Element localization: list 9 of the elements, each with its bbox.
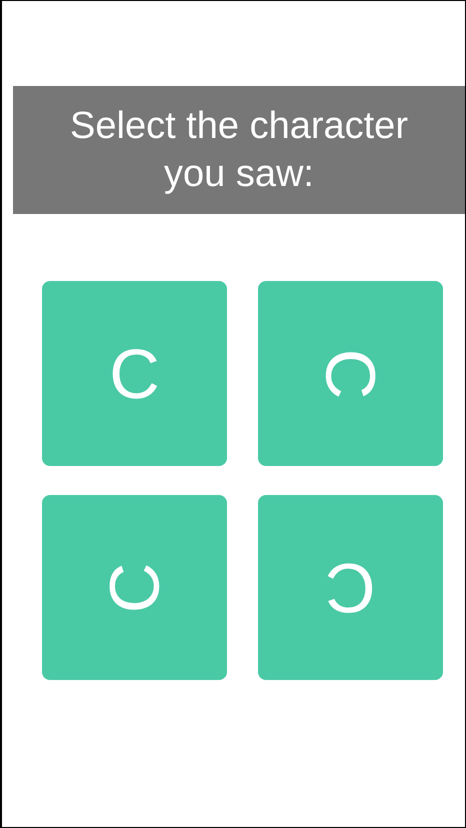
choice-character: C — [100, 562, 170, 613]
choice-character: C — [325, 552, 376, 622]
choice-character: C — [316, 348, 386, 399]
choice-button[interactable]: C — [42, 495, 227, 680]
choice-button[interactable]: C — [258, 281, 443, 466]
prompt-text: Select the character you saw: — [69, 104, 409, 197]
choice-button[interactable]: C — [42, 281, 227, 466]
choice-character: C — [109, 338, 160, 408]
choice-button[interactable]: C — [258, 495, 443, 680]
